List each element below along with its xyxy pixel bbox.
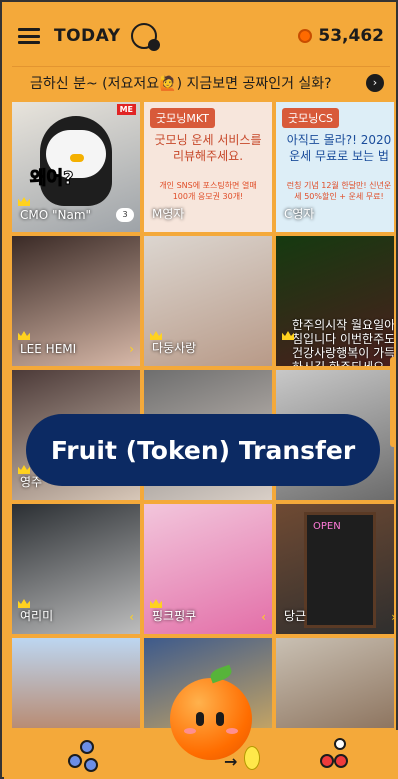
card-title: 굿모닝CS bbox=[282, 108, 340, 128]
tile-label: 다둥사랑 bbox=[152, 341, 197, 355]
chalkboard-sign: OPEN bbox=[304, 512, 376, 628]
me-badge: ME bbox=[116, 104, 136, 115]
card-small: 런칭 기념 12월 한달만! 신년운세 50%할인 + 운세 무료! bbox=[286, 181, 392, 201]
penguin-caption: 왜어? bbox=[30, 168, 75, 190]
feed-tile[interactable]: 핑크핑쿠 ‹ bbox=[144, 504, 272, 634]
orange-mascot-icon[interactable] bbox=[170, 664, 252, 760]
cherry-add-icon[interactable] bbox=[318, 738, 352, 774]
announcement-banner[interactable]: 금하신 분~ (저요저요🙋) 지금보면 공짜인거 실화? › bbox=[12, 66, 390, 98]
chat-bubble-icon[interactable]: 3 bbox=[116, 208, 134, 222]
crown-icon bbox=[18, 197, 30, 206]
chevron-right-icon: › bbox=[129, 342, 134, 356]
feed-tile[interactable] bbox=[12, 638, 140, 728]
chevron-right-icon: › bbox=[391, 610, 394, 624]
fruit-basket-icon[interactable] bbox=[130, 23, 160, 51]
feed-tile[interactable]: 한주의시작 월요일아침입니다 이번한주도 건강사랑행복이 가득하시길 한주되세요 bbox=[276, 236, 394, 366]
chevron-right-circle-icon[interactable]: › bbox=[366, 73, 384, 92]
coin-count: 53,462 bbox=[318, 26, 384, 46]
page-title: TODAY bbox=[54, 26, 121, 46]
orange-coin-icon bbox=[298, 29, 313, 43]
card-body: 굿모닝 운세 서비스를 리뷰해주세요. bbox=[154, 133, 262, 163]
tile-label: C영자 bbox=[284, 207, 315, 221]
top-bar: TODAY 53,462 bbox=[8, 10, 394, 62]
crown-icon bbox=[18, 331, 30, 340]
app-frame: TODAY 53,462 금하신 분~ (저요저요🙋) 지금보면 공짜인거 실화… bbox=[0, 0, 398, 779]
tile-label: M영자 bbox=[152, 207, 185, 221]
card-body: 아직도 몰라?! 2020 운세 무료로 보는 법 bbox=[286, 133, 392, 163]
hamburger-icon[interactable] bbox=[18, 28, 40, 44]
feed-tile[interactable]: LEE HEMI › bbox=[12, 236, 140, 366]
banner-text: 금하신 분~ (저요저요🙋) 지금보면 공짜인거 실화? bbox=[30, 75, 332, 92]
feed-tile[interactable]: 굿모닝CS 아직도 몰라?! 2020 운세 무료로 보는 법 런칭 기념 12… bbox=[276, 102, 394, 232]
tile-label: 당근 bbox=[284, 609, 307, 623]
feed-tile[interactable]: 여리미 ‹ bbox=[12, 504, 140, 634]
side-drawer-handle[interactable] bbox=[390, 357, 396, 447]
penguin-illustration bbox=[40, 116, 112, 206]
tile-label: LEE HEMI bbox=[20, 342, 77, 356]
feed-tile[interactable]: 왜어? ME CMO "Nam" 3 bbox=[12, 102, 140, 232]
lemon-icon bbox=[244, 746, 260, 770]
card-title: 굿모닝MKT bbox=[150, 108, 215, 128]
feed-tile[interactable]: OPEN 당근 › bbox=[276, 504, 394, 634]
feed-tile[interactable]: 다둥사랑 bbox=[144, 236, 272, 366]
chevron-left-icon: ‹ bbox=[261, 610, 266, 624]
tile-label: 여리미 bbox=[20, 609, 54, 623]
fruit-transfer-overlay[interactable]: Fruit (Token) Transfer bbox=[26, 414, 380, 486]
feed-tile[interactable]: 굿모닝MKT 굿모닝 운세 서비스를 리뷰해주세요. 개인 SNS에 포스팅하면… bbox=[144, 102, 272, 232]
board-text: OPEN bbox=[313, 521, 341, 532]
chevron-left-icon: ‹ bbox=[129, 610, 134, 624]
tile-overlay-text: 한주의시작 월요일아침입니다 이번한주도 건강사랑행복이 가득하시길 한주되세요 bbox=[292, 318, 394, 366]
feed-tile[interactable] bbox=[276, 638, 394, 728]
tile-label: 핑크핑쿠 bbox=[152, 609, 197, 623]
card-small: 개인 SNS에 포스팅하면 열매 100개 응모권 30개! bbox=[159, 181, 257, 201]
overlay-title: Fruit (Token) Transfer bbox=[50, 435, 356, 465]
coin-balance[interactable]: 53,462 bbox=[298, 26, 384, 46]
share-fruit-icon[interactable] bbox=[66, 740, 100, 774]
tile-label: CMO "Nam" bbox=[20, 208, 92, 222]
